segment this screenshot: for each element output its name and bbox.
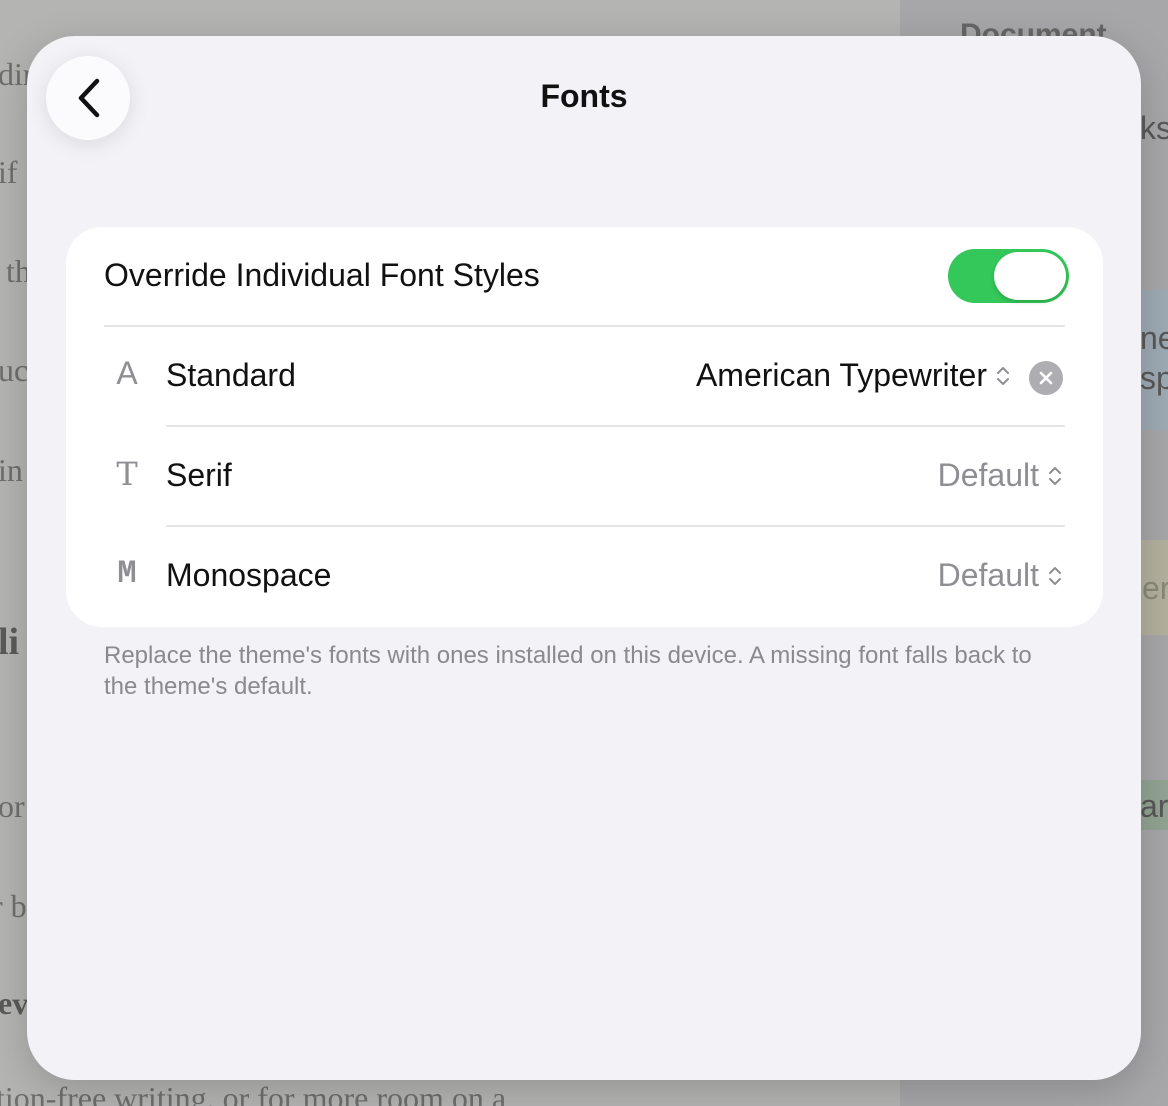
font-settings-card: Override Individual Font Styles A Standa…: [66, 227, 1103, 627]
bg-text-fragment: ev: [0, 985, 29, 1021]
sans-font-icon: A: [116, 355, 138, 391]
bg-text-fragment: ks: [1140, 110, 1168, 146]
monospace-font-picker[interactable]: Default: [938, 557, 1063, 594]
bg-text-fragment: ne: [1140, 320, 1168, 356]
font-row-label: Serif: [166, 457, 232, 493]
bg-text-fragment: art: [1140, 788, 1168, 824]
bg-text-fragment: tion-free writing, or for more room on a: [0, 1080, 507, 1106]
sheet-title: Fonts: [540, 78, 628, 114]
override-label: Override Individual Font Styles: [104, 257, 540, 293]
bg-text-fragment: r b: [0, 888, 27, 924]
bg-text-fragment: if: [0, 154, 18, 190]
font-row-monospace: M Monospace Default: [66, 527, 1103, 627]
font-override-footnote: Replace the theme's fonts with ones inst…: [104, 642, 1032, 700]
serif-font-picker[interactable]: Default: [938, 457, 1063, 494]
chevron-up-down-icon: [995, 363, 1011, 389]
font-row-label: Monospace: [166, 557, 332, 593]
bg-text-fragment: er: [1142, 570, 1168, 606]
override-toggle[interactable]: [948, 249, 1069, 303]
bg-text-fragment: or: [0, 788, 25, 824]
monospace-font-icon: M: [117, 555, 137, 592]
toggle-knob: [994, 252, 1066, 300]
clear-font-button[interactable]: [1029, 361, 1063, 395]
picker-value: American Typewriter: [695, 357, 987, 393]
override-row: Override Individual Font Styles: [66, 227, 1103, 327]
chevron-up-down-icon: [1047, 463, 1063, 489]
bg-text-fragment: sp: [1140, 360, 1168, 396]
chevron-up-down-icon: [1047, 563, 1063, 589]
bg-text-fragment: li: [0, 621, 20, 663]
standard-font-picker[interactable]: American Typewriter: [696, 357, 1011, 394]
picker-value: Default: [937, 557, 1039, 593]
serif-font-icon: T: [116, 455, 138, 493]
font-row-serif: T Serif Default: [66, 427, 1103, 527]
picker-value: Default: [937, 457, 1039, 493]
font-row-label: Standard: [166, 357, 296, 393]
font-row-standard: A Standard American Typewriter: [66, 327, 1103, 427]
bg-text-fragment: uc: [0, 352, 29, 388]
fonts-sheet: Fonts Override Individual Font Styles A …: [27, 36, 1141, 1080]
close-icon: [1039, 371, 1053, 385]
bg-text-fragment: in: [0, 452, 23, 488]
